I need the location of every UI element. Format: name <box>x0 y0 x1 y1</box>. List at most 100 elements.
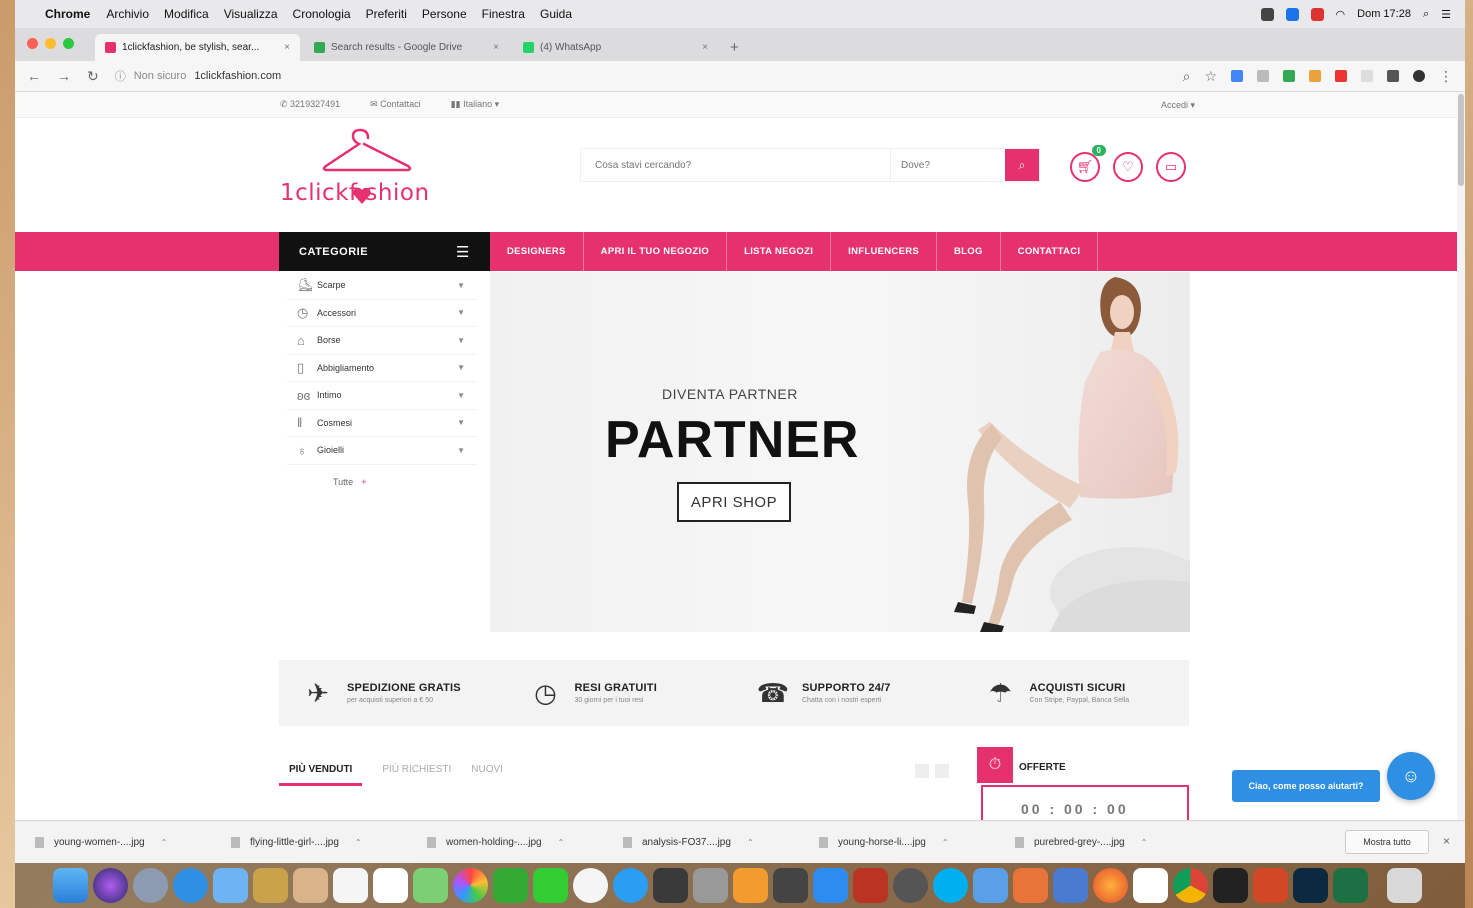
back-icon[interactable]: ← <box>27 68 41 84</box>
trash-icon[interactable] <box>1387 868 1422 903</box>
next-arrow-button[interactable] <box>935 764 949 778</box>
photoshop-icon[interactable] <box>1293 868 1328 903</box>
extension-icon[interactable] <box>1361 70 1373 82</box>
open-shop-button[interactable]: APRI SHOP <box>677 482 791 522</box>
close-tab-icon[interactable]: × <box>284 42 290 53</box>
menu-item-contact[interactable]: CONTATTACI <box>1001 232 1099 271</box>
login-link[interactable]: Accedi ▾ <box>1161 100 1195 111</box>
download-item[interactable]: women-holding-....jpg ⌃ <box>427 836 623 848</box>
siri-icon[interactable] <box>93 868 128 903</box>
chrome-icon[interactable] <box>1173 868 1208 903</box>
extension-icon[interactable] <box>1309 70 1321 82</box>
tray-app-icon[interactable] <box>1310 7 1324 21</box>
category-item[interactable]: ◷ Accessori ▼ <box>287 300 477 327</box>
menubar-item[interactable]: Modifica <box>164 7 209 21</box>
all-categories-link[interactable]: Tutte + <box>287 465 477 487</box>
category-item[interactable]: ♁ Gioielli ▼ <box>287 437 477 465</box>
chevron-up-icon[interactable]: ⌃ <box>747 838 754 847</box>
category-item[interactable]: ⌂ Borse ▼ <box>287 327 477 355</box>
browser-tab-active[interactable]: 1clickfashion, be stylish, sear... × <box>95 34 300 61</box>
extension-icon[interactable] <box>1283 70 1295 82</box>
notifications-icon[interactable]: ☰ <box>1441 8 1451 21</box>
bookmark-star-icon[interactable]: ☆ <box>1204 68 1217 85</box>
facetime-app-icon[interactable] <box>493 868 528 903</box>
offers-box[interactable]: 00 : 00 : 00 <box>981 785 1189 820</box>
chat-greeting-bubble[interactable]: Ciao, come posso aiutarti? <box>1232 770 1380 802</box>
download-item[interactable]: analysis-FO37....jpg ⌃ <box>623 836 819 848</box>
menu-item-designers[interactable]: DESIGNERS <box>490 232 584 271</box>
cart-button[interactable]: 🛒︎ 0 <box>1070 145 1106 182</box>
sublime-text-icon[interactable] <box>653 868 688 903</box>
app-icon[interactable] <box>1133 868 1168 903</box>
mail-app-icon[interactable] <box>213 868 248 903</box>
firefox-icon[interactable] <box>1093 868 1128 903</box>
terminal-icon[interactable] <box>1213 868 1248 903</box>
vs-code-icon[interactable] <box>1053 868 1088 903</box>
menu-item-blog[interactable]: BLOG <box>937 232 1001 271</box>
zoom-icon[interactable]: ⌕ <box>1183 68 1191 85</box>
download-item[interactable]: young-women-....jpg ⌃ <box>35 836 231 848</box>
app-store-icon[interactable] <box>813 868 848 903</box>
download-item[interactable]: young-horse-li....jpg ⌃ <box>819 836 1015 848</box>
compare-button[interactable]: ▭ <box>1156 152 1186 182</box>
close-window-button[interactable] <box>27 38 38 49</box>
maps-app-icon[interactable] <box>413 868 448 903</box>
menu-item-influencers[interactable]: INFLUENCERS <box>831 232 938 271</box>
tray-app-icon[interactable] <box>1285 7 1299 21</box>
app-icon[interactable] <box>1013 868 1048 903</box>
browser-tab[interactable]: (4) WhatsApp × <box>513 34 718 61</box>
messages-app-icon[interactable] <box>533 868 568 903</box>
contacts-app-icon[interactable] <box>293 868 328 903</box>
forward-icon[interactable]: → <box>57 68 71 84</box>
category-item[interactable]: ʚɞ Intimo ▼ <box>287 382 477 410</box>
app-icon[interactable] <box>893 868 928 903</box>
minimize-window-button[interactable] <box>45 38 56 49</box>
menubar-item[interactable]: Preferiti <box>366 7 407 21</box>
menubar-item[interactable]: Guida <box>540 7 572 21</box>
search-input[interactable] <box>581 149 890 181</box>
menubar-app-name[interactable]: Chrome <box>45 7 90 21</box>
menubar-item[interactable]: Persone <box>422 7 467 21</box>
menu-item-open-shop[interactable]: APRI IL TUO NEGOZIO <box>584 232 728 271</box>
category-item[interactable]: ▯ Abbigliamento ▼ <box>287 355 477 382</box>
chevron-up-icon[interactable]: ⌃ <box>558 838 565 847</box>
address-bar[interactable]: ⓘ Non sicuro 1clickfashion.com <box>115 68 281 84</box>
browser-tab[interactable]: Search results - Google Drive × <box>304 34 509 61</box>
filezilla-icon[interactable] <box>853 868 888 903</box>
menubar-item[interactable]: Cronologia <box>293 7 351 21</box>
category-item[interactable]: ǁ Cosmesi ▼ <box>287 410 477 437</box>
tab-best-sellers[interactable]: PIÙ VENDUTI <box>279 758 363 786</box>
menu-item-shop-list[interactable]: LISTA NEGOZI <box>727 232 832 271</box>
location-input[interactable] <box>890 149 1005 181</box>
notes-app-icon[interactable] <box>253 868 288 903</box>
page-scrollbar[interactable] <box>1457 92 1465 820</box>
menubar-item[interactable]: Finestra <box>482 7 525 21</box>
wifi-icon[interactable]: ◠ <box>1336 8 1346 21</box>
prev-arrow-button[interactable] <box>915 764 929 778</box>
close-downloads-icon[interactable]: × <box>1443 834 1450 848</box>
extension-icon[interactable] <box>1335 70 1347 82</box>
photos-app-icon[interactable] <box>453 868 488 903</box>
tray-app-icon[interactable] <box>1260 7 1274 21</box>
new-tab-button[interactable]: + <box>730 39 739 56</box>
powerpoint-icon[interactable] <box>1253 868 1288 903</box>
reload-icon[interactable]: ↻ <box>87 68 99 85</box>
menubar-item[interactable]: Visualizza <box>224 7 278 21</box>
tab-most-requested[interactable]: PIÙ RICHIESTI <box>382 758 451 786</box>
app-icon[interactable] <box>973 868 1008 903</box>
clock-text[interactable]: Dom 17:28 <box>1357 8 1411 20</box>
search-button[interactable]: ⌕ <box>1005 149 1039 181</box>
more-menu-icon[interactable]: ⋮ <box>1439 68 1453 85</box>
phone-link[interactable]: ✆ 3219327491 <box>280 99 340 110</box>
spotlight-icon[interactable]: ⌕ <box>1423 8 1429 21</box>
extension-icon[interactable] <box>1231 70 1243 82</box>
categories-button[interactable]: CATEGORIE ☰ <box>279 232 490 271</box>
chevron-up-icon[interactable]: ⌃ <box>1141 838 1148 847</box>
profile-avatar[interactable] <box>1413 70 1425 82</box>
scrollbar-thumb[interactable] <box>1458 94 1464 186</box>
contact-link[interactable]: ✉ Contattaci <box>370 99 421 110</box>
language-selector[interactable]: ▮▮ Italiano ▾ <box>451 99 499 110</box>
excel-icon[interactable] <box>1333 868 1368 903</box>
launchpad-icon[interactable] <box>133 868 168 903</box>
zoom-window-button[interactable] <box>63 38 74 49</box>
